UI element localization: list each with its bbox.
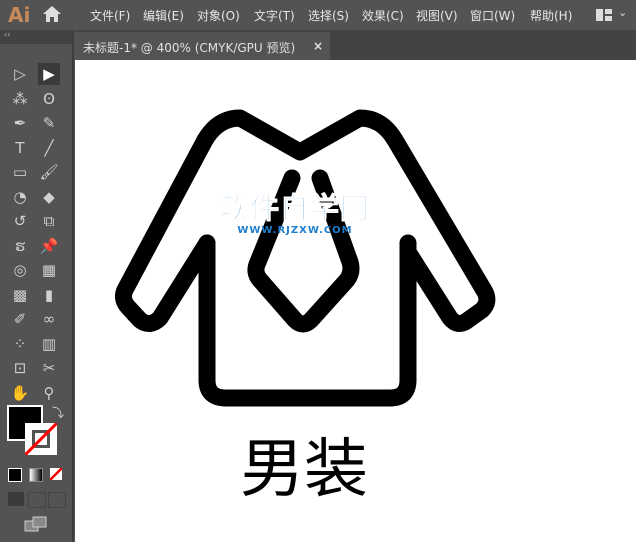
caption-text: 男装 — [240, 433, 368, 507]
watermark-title: 软件自学网 — [219, 191, 371, 226]
watermark: 软件自学网 WWW.RJZXW.COM — [219, 185, 371, 237]
watermark-url: WWW.RJZXW.COM — [237, 225, 353, 236]
